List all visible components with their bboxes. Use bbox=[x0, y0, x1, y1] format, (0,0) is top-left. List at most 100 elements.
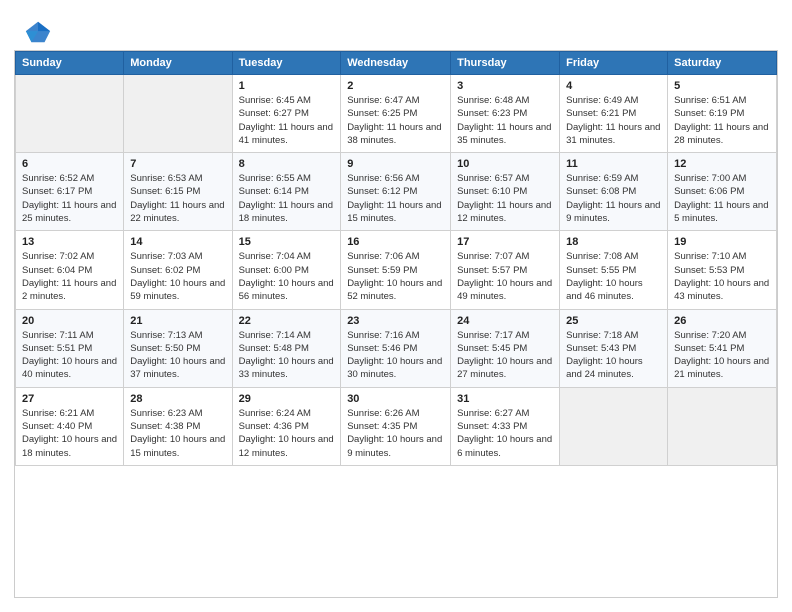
day-info: Sunrise: 6:55 AMSunset: 6:14 PMDaylight:… bbox=[239, 172, 335, 225]
day-cell: 14Sunrise: 7:03 AMSunset: 6:02 PMDayligh… bbox=[124, 231, 232, 309]
day-number: 7 bbox=[130, 158, 225, 170]
day-cell: 3 Sunrise: 6:48 AMSunset: 6:23 PMDaylight… bbox=[451, 75, 560, 153]
day-cell: 31Sunrise: 6:27 AMSunset: 4:33 PMDayligh… bbox=[451, 387, 560, 465]
day-number: 6 bbox=[22, 158, 117, 170]
day-number: 27 bbox=[22, 393, 117, 405]
day-cell: 16Sunrise: 7:06 AMSunset: 5:59 PMDayligh… bbox=[341, 231, 451, 309]
day-number: 31 bbox=[457, 393, 553, 405]
day-of-week-monday: Monday bbox=[124, 52, 232, 75]
day-info: Sunrise: 6:26 AMSunset: 4:35 PMDaylight:… bbox=[347, 407, 444, 460]
day-info: Sunrise: 6:56 AMSunset: 6:12 PMDaylight:… bbox=[347, 172, 444, 225]
day-cell bbox=[124, 75, 232, 153]
day-cell: 8 Sunrise: 6:55 AMSunset: 6:14 PMDaylight… bbox=[232, 153, 341, 231]
day-info: Sunrise: 7:14 AMSunset: 5:48 PMDaylight:… bbox=[239, 329, 335, 382]
day-info: Sunrise: 6:24 AMSunset: 4:36 PMDaylight:… bbox=[239, 407, 335, 460]
week-row-1: 1 Sunrise: 6:45 AMSunset: 6:27 PMDaylight… bbox=[16, 75, 777, 153]
day-cell bbox=[668, 387, 777, 465]
day-number: 11 bbox=[566, 158, 661, 170]
day-cell: 28Sunrise: 6:23 AMSunset: 4:38 PMDayligh… bbox=[124, 387, 232, 465]
day-cell: 18 Sunrise: 7:08 AMSunset: 5:55 PMDayligh… bbox=[560, 231, 668, 309]
logo-brand bbox=[24, 18, 52, 46]
day-number: 5 bbox=[674, 80, 770, 92]
week-row-2: 6 Sunrise: 6:52 AMSunset: 6:17 PMDaylight… bbox=[16, 153, 777, 231]
day-number: 19 bbox=[674, 236, 770, 248]
week-row-5: 27 Sunrise: 6:21 AMSunset: 4:40 PMDayligh… bbox=[16, 387, 777, 465]
day-number: 1 bbox=[239, 80, 335, 92]
day-info: Sunrise: 6:51 AMSunset: 6:19 PMDaylight:… bbox=[674, 94, 770, 147]
day-cell: 6 Sunrise: 6:52 AMSunset: 6:17 PMDaylight… bbox=[16, 153, 124, 231]
day-number: 10 bbox=[457, 158, 553, 170]
day-info: Sunrise: 6:45 AMSunset: 6:27 PMDaylight:… bbox=[239, 94, 335, 147]
day-cell: 4 Sunrise: 6:49 AMSunset: 6:21 PMDaylight… bbox=[560, 75, 668, 153]
day-cell: 1 Sunrise: 6:45 AMSunset: 6:27 PMDaylight… bbox=[232, 75, 341, 153]
day-cell: 17 Sunrise: 7:07 AMSunset: 5:57 PMDayligh… bbox=[451, 231, 560, 309]
day-info: Sunrise: 6:23 AMSunset: 4:38 PMDaylight:… bbox=[130, 407, 225, 460]
day-info: Sunrise: 6:48 AMSunset: 6:23 PMDaylight:… bbox=[457, 94, 553, 147]
day-cell: 2 Sunrise: 6:47 AMSunset: 6:25 PMDaylight… bbox=[341, 75, 451, 153]
day-cell: 5 Sunrise: 6:51 AMSunset: 6:19 PMDaylight… bbox=[668, 75, 777, 153]
day-number: 21 bbox=[130, 315, 225, 327]
day-info: Sunrise: 6:52 AMSunset: 6:17 PMDaylight:… bbox=[22, 172, 117, 225]
day-number: 17 bbox=[457, 236, 553, 248]
day-cell: 29Sunrise: 6:24 AMSunset: 4:36 PMDayligh… bbox=[232, 387, 341, 465]
day-info: Sunrise: 7:16 AMSunset: 5:46 PMDaylight:… bbox=[347, 329, 444, 382]
day-info: Sunrise: 7:13 AMSunset: 5:50 PMDaylight:… bbox=[130, 329, 225, 382]
day-number: 18 bbox=[566, 236, 661, 248]
day-of-week-friday: Friday bbox=[560, 52, 668, 75]
day-of-week-tuesday: Tuesday bbox=[232, 52, 341, 75]
day-cell: 30 Sunrise: 6:26 AMSunset: 4:35 PMDayligh… bbox=[341, 387, 451, 465]
day-cell: 24 Sunrise: 7:17 AMSunset: 5:45 PMDayligh… bbox=[451, 309, 560, 387]
day-cell: 10 Sunrise: 6:57 AMSunset: 6:10 PMDayligh… bbox=[451, 153, 560, 231]
day-cell: 13Sunrise: 7:02 AMSunset: 6:04 PMDayligh… bbox=[16, 231, 124, 309]
calendar-header: SundayMondayTuesdayWednesdayThursdayFrid… bbox=[16, 52, 777, 75]
day-of-week-sunday: Sunday bbox=[16, 52, 124, 75]
day-info: Sunrise: 7:04 AMSunset: 6:00 PMDaylight:… bbox=[239, 250, 335, 303]
calendar-body: 1 Sunrise: 6:45 AMSunset: 6:27 PMDaylight… bbox=[16, 75, 777, 466]
day-number: 12 bbox=[674, 158, 770, 170]
day-info: Sunrise: 7:17 AMSunset: 5:45 PMDaylight:… bbox=[457, 329, 553, 382]
day-cell: 25 Sunrise: 7:18 AMSunset: 5:43 PMDayligh… bbox=[560, 309, 668, 387]
day-number: 8 bbox=[239, 158, 335, 170]
day-cell: 7Sunrise: 6:53 AMSunset: 6:15 PMDaylight… bbox=[124, 153, 232, 231]
day-cell bbox=[16, 75, 124, 153]
day-cell: 23 Sunrise: 7:16 AMSunset: 5:46 PMDayligh… bbox=[341, 309, 451, 387]
day-number: 30 bbox=[347, 393, 444, 405]
day-number: 2 bbox=[347, 80, 444, 92]
day-number: 3 bbox=[457, 80, 553, 92]
day-cell: 22Sunrise: 7:14 AMSunset: 5:48 PMDayligh… bbox=[232, 309, 341, 387]
day-info: Sunrise: 6:59 AMSunset: 6:08 PMDaylight:… bbox=[566, 172, 661, 225]
week-row-3: 13Sunrise: 7:02 AMSunset: 6:04 PMDayligh… bbox=[16, 231, 777, 309]
logo bbox=[24, 18, 52, 42]
week-row-4: 20Sunrise: 7:11 AMSunset: 5:51 PMDayligh… bbox=[16, 309, 777, 387]
day-cell: 11 Sunrise: 6:59 AMSunset: 6:08 PMDayligh… bbox=[560, 153, 668, 231]
day-number: 15 bbox=[239, 236, 335, 248]
day-info: Sunrise: 7:07 AMSunset: 5:57 PMDaylight:… bbox=[457, 250, 553, 303]
header bbox=[0, 0, 792, 50]
day-info: Sunrise: 7:20 AMSunset: 5:41 PMDaylight:… bbox=[674, 329, 770, 382]
day-number: 23 bbox=[347, 315, 444, 327]
day-of-week-saturday: Saturday bbox=[668, 52, 777, 75]
day-of-week-wednesday: Wednesday bbox=[341, 52, 451, 75]
day-cell: 12Sunrise: 7:00 AMSunset: 6:06 PMDayligh… bbox=[668, 153, 777, 231]
day-info: Sunrise: 6:49 AMSunset: 6:21 PMDaylight:… bbox=[566, 94, 661, 147]
days-of-week-row: SundayMondayTuesdayWednesdayThursdayFrid… bbox=[16, 52, 777, 75]
day-cell: 19 Sunrise: 7:10 AMSunset: 5:53 PMDayligh… bbox=[668, 231, 777, 309]
page: SundayMondayTuesdayWednesdayThursdayFrid… bbox=[0, 0, 792, 612]
day-number: 25 bbox=[566, 315, 661, 327]
day-info: Sunrise: 6:57 AMSunset: 6:10 PMDaylight:… bbox=[457, 172, 553, 225]
calendar-table: SundayMondayTuesdayWednesdayThursdayFrid… bbox=[15, 51, 777, 466]
day-info: Sunrise: 7:03 AMSunset: 6:02 PMDaylight:… bbox=[130, 250, 225, 303]
day-number: 13 bbox=[22, 236, 117, 248]
day-info: Sunrise: 7:18 AMSunset: 5:43 PMDaylight:… bbox=[566, 329, 661, 382]
day-cell: 26 Sunrise: 7:20 AMSunset: 5:41 PMDayligh… bbox=[668, 309, 777, 387]
day-info: Sunrise: 7:10 AMSunset: 5:53 PMDaylight:… bbox=[674, 250, 770, 303]
day-info: Sunrise: 6:47 AMSunset: 6:25 PMDaylight:… bbox=[347, 94, 444, 147]
day-number: 24 bbox=[457, 315, 553, 327]
day-number: 16 bbox=[347, 236, 444, 248]
day-info: Sunrise: 7:08 AMSunset: 5:55 PMDaylight:… bbox=[566, 250, 661, 303]
day-number: 26 bbox=[674, 315, 770, 327]
day-cell: 9Sunrise: 6:56 AMSunset: 6:12 PMDaylight… bbox=[341, 153, 451, 231]
day-cell: 15 Sunrise: 7:04 AMSunset: 6:00 PMDayligh… bbox=[232, 231, 341, 309]
day-number: 4 bbox=[566, 80, 661, 92]
day-info: Sunrise: 6:21 AMSunset: 4:40 PMDaylight:… bbox=[22, 407, 117, 460]
